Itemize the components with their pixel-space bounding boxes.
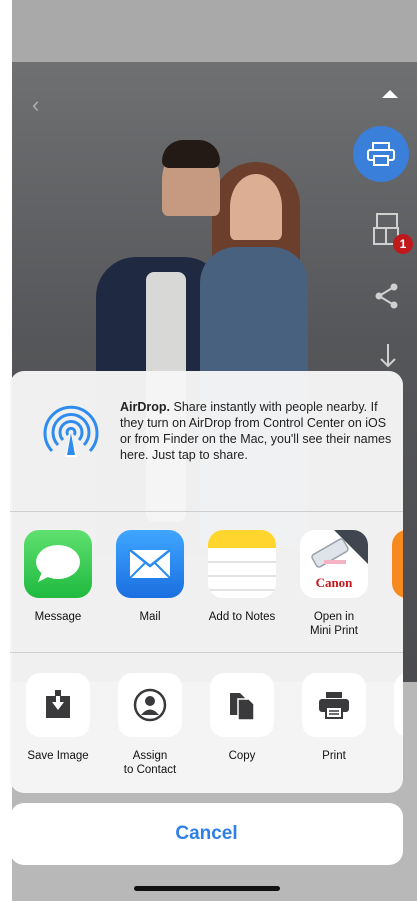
airdrop-icon [43, 405, 99, 457]
canon-logo-text: Canon [315, 575, 353, 590]
man-hair [162, 140, 220, 168]
action-save-image[interactable]: Save Image [12, 673, 104, 763]
share-icon[interactable] [374, 282, 400, 315]
messages-app-icon [24, 530, 92, 598]
collapse-arrow-icon[interactable] [382, 90, 398, 98]
share-app-partial[interactable]: S [380, 530, 403, 624]
action-label: W [380, 763, 403, 777]
action-print[interactable]: Print [288, 673, 380, 763]
app-label: Add to Notes [208, 611, 276, 623]
partial-action-icon [394, 673, 403, 737]
actions-row: Save Image Assign to Contact Copy Print [10, 653, 403, 793]
copy-icon [210, 673, 274, 737]
action-copy[interactable]: Copy [196, 673, 288, 763]
top-bar [12, 0, 417, 62]
print-fab-button[interactable] [353, 126, 409, 182]
assign-contact-icon [118, 673, 182, 737]
app-label: Message [34, 611, 82, 623]
notes-app-icon [208, 530, 276, 598]
action-label: Save Image [27, 750, 89, 762]
print-icon [302, 673, 366, 737]
action-label: Assign to Contact [123, 750, 177, 776]
save-image-icon [26, 673, 90, 737]
app-label: S [380, 610, 403, 624]
app-label: Mail [139, 611, 161, 623]
back-chevron-icon[interactable]: ‹ [32, 92, 39, 118]
partial-app-icon [392, 530, 403, 598]
home-indicator[interactable] [134, 886, 280, 891]
share-app-notes[interactable]: Add to Notes [196, 530, 288, 624]
cancel-button[interactable]: Cancel [10, 803, 403, 865]
printer-icon [367, 142, 395, 166]
apps-row: Message Mail Add to Notes Canon Open in … [10, 512, 403, 652]
share-app-mini-print[interactable]: Canon Open in Mini Print [288, 530, 380, 638]
action-assign-contact[interactable]: Assign to Contact [104, 673, 196, 777]
action-label: Print [322, 750, 346, 762]
canon-mini-print-app-icon: Canon [300, 530, 368, 598]
app-label: Open in Mini Print [310, 611, 358, 637]
notification-badge: 1 [393, 234, 413, 254]
woman-face [230, 174, 282, 240]
action-partial[interactable]: W [380, 673, 403, 777]
mail-app-icon [116, 530, 184, 598]
share-sheet: AirDrop. Share instantly with people nea… [10, 371, 403, 793]
share-app-message[interactable]: Message [12, 530, 104, 624]
airdrop-title: AirDrop. [120, 400, 170, 414]
airdrop-description: AirDrop. Share instantly with people nea… [120, 399, 395, 463]
action-label: Copy [228, 750, 256, 762]
share-app-mail[interactable]: Mail [104, 530, 196, 624]
airdrop-section[interactable]: AirDrop. Share instantly with people nea… [10, 371, 403, 511]
